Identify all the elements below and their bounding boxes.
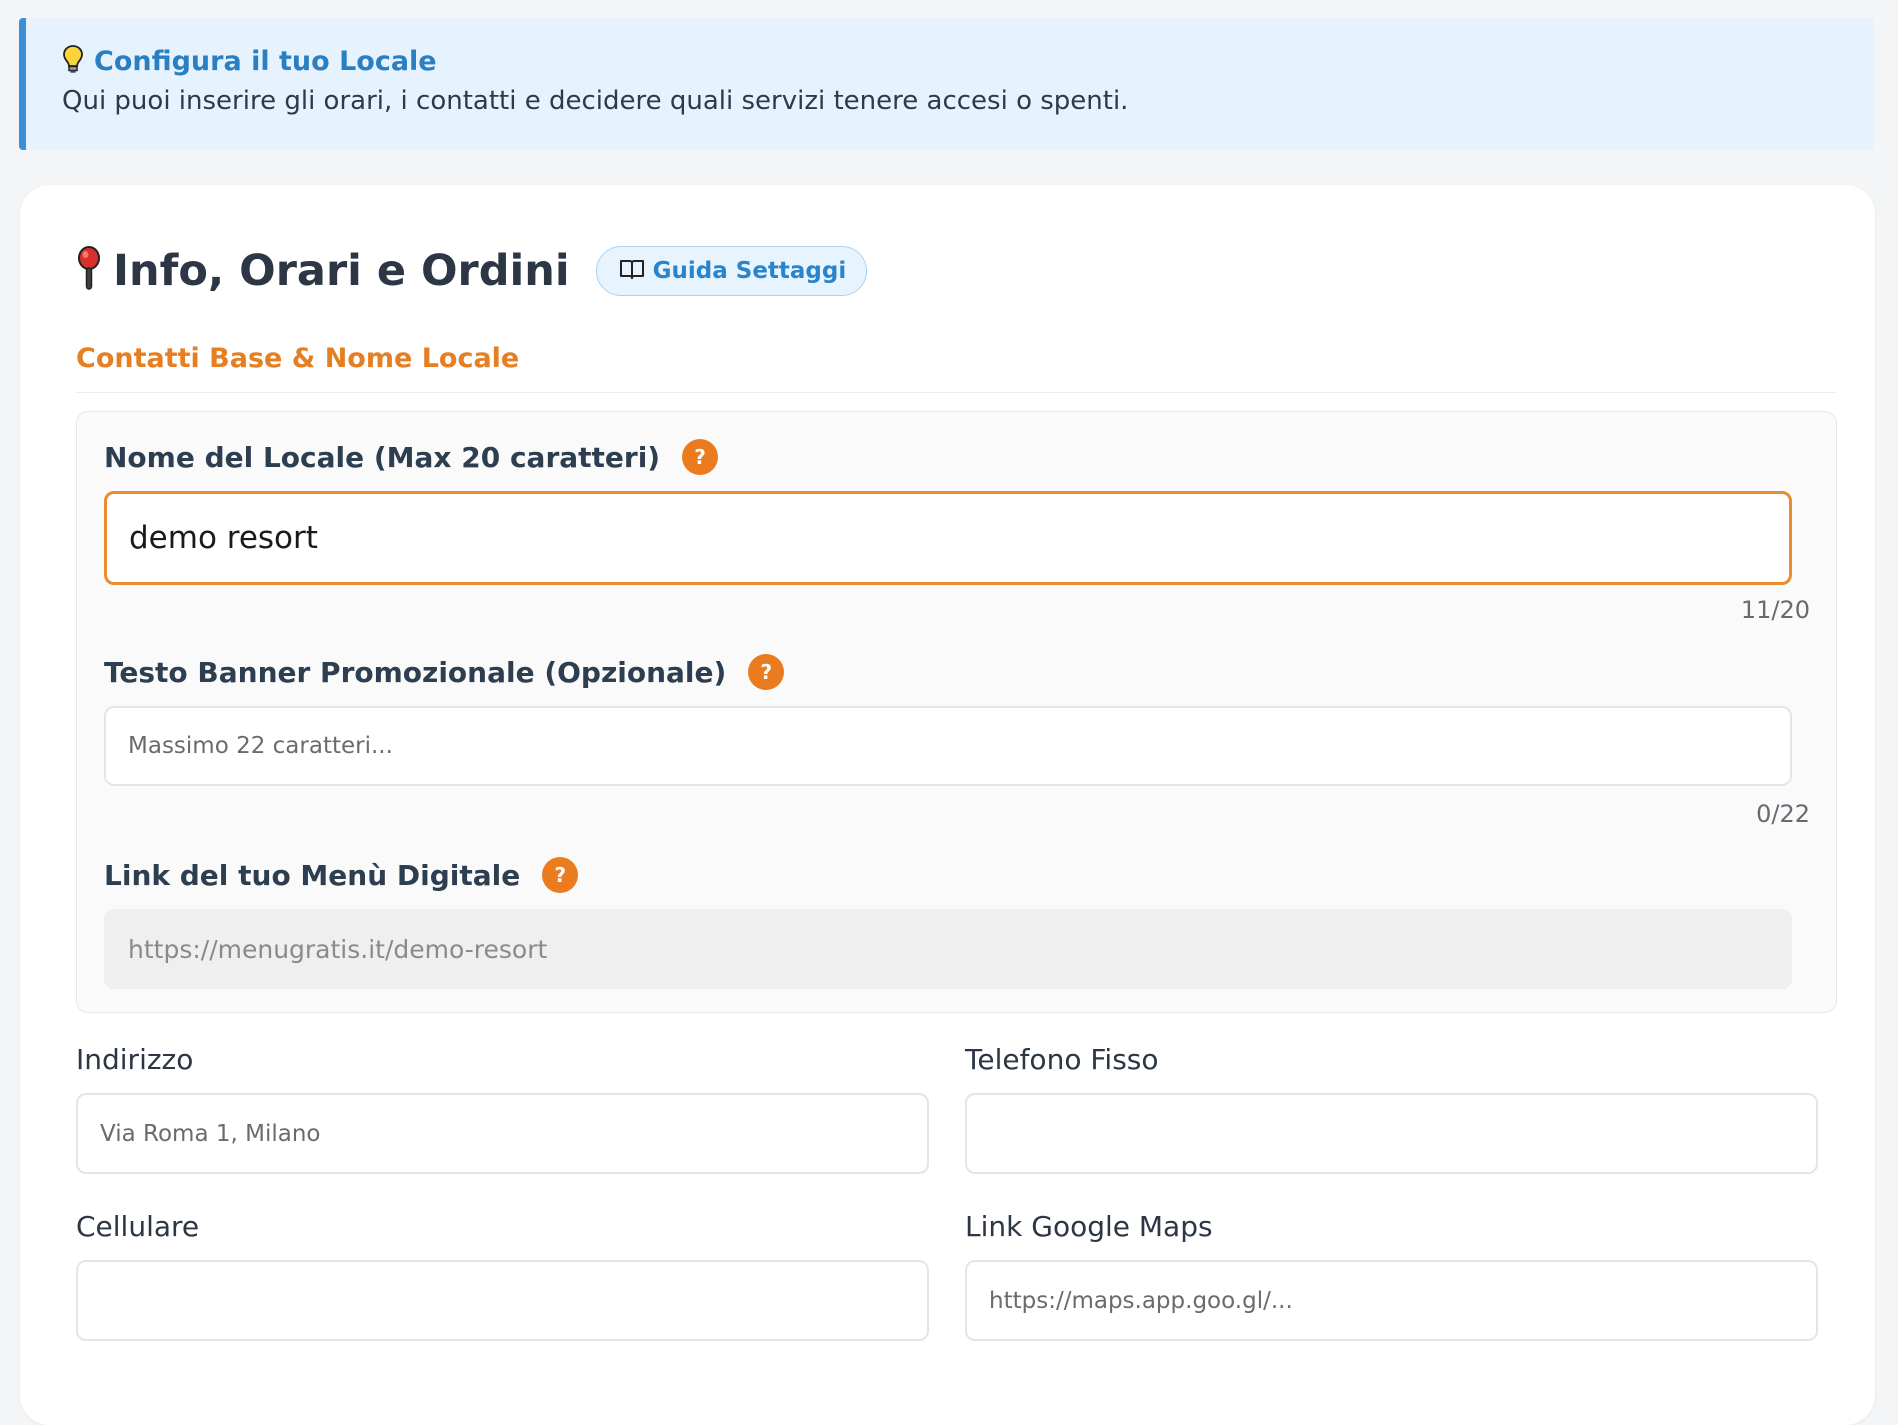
pushpin-icon (75, 245, 103, 297)
book-icon (619, 258, 645, 284)
promo-banner-input[interactable] (104, 706, 1792, 786)
banner-char-counter: 0/22 (1756, 800, 1810, 828)
help-icon[interactable]: ? (542, 857, 579, 893)
menu-link-field-label: Link del tuo Menù Digitale ? (104, 857, 579, 893)
mobile-label: Cellulare (76, 1210, 200, 1243)
info-banner: Configura il tuo Locale Qui puoi inserir… (19, 18, 1874, 150)
base-contacts-panel: Nome del Locale (Max 20 caratteri) ? 11/… (76, 411, 1837, 1013)
name-label-text: Nome del Locale (Max 20 caratteri) (104, 440, 661, 474)
address-input[interactable] (76, 1093, 929, 1174)
guide-settings-label: Guida Settaggi (652, 258, 847, 284)
name-char-counter: 11/20 (1740, 596, 1810, 624)
info-text: Qui puoi inserire gli orari, i contatti … (62, 86, 1129, 116)
lightbulb-icon (62, 44, 84, 78)
landline-input[interactable] (965, 1093, 1818, 1174)
section-title: Contatti Base & Nome Locale (76, 343, 520, 374)
help-icon[interactable]: ? (682, 439, 719, 475)
info-title-row: Configura il tuo Locale (62, 44, 1874, 78)
address-label: Indirizzo (76, 1043, 194, 1076)
name-field-label: Nome del Locale (Max 20 caratteri) ? (104, 439, 719, 475)
info-title: Configura il tuo Locale (94, 45, 437, 77)
landline-label: Telefono Fisso (965, 1043, 1159, 1076)
menu-link-input[interactable] (104, 909, 1792, 989)
maps-link-input[interactable] (965, 1260, 1818, 1341)
mobile-input[interactable] (76, 1260, 929, 1341)
venue-name-input[interactable] (104, 491, 1792, 585)
page-title: Info, Orari e Ordini (113, 246, 570, 296)
banner-field-label: Testo Banner Promozionale (Opzionale) ? (104, 654, 785, 690)
settings-card: Info, Orari e Ordini Guida Settaggi Cont… (20, 185, 1875, 1425)
card-header: Info, Orari e Ordini Guida Settaggi (75, 245, 868, 297)
section-divider (76, 392, 1837, 393)
guide-settings-button[interactable]: Guida Settaggi (595, 246, 868, 296)
banner-label-text: Testo Banner Promozionale (Opzionale) (104, 655, 727, 689)
help-icon[interactable]: ? (748, 654, 785, 690)
maps-label: Link Google Maps (965, 1210, 1213, 1243)
menu-link-label-text: Link del tuo Menù Digitale (104, 858, 521, 892)
